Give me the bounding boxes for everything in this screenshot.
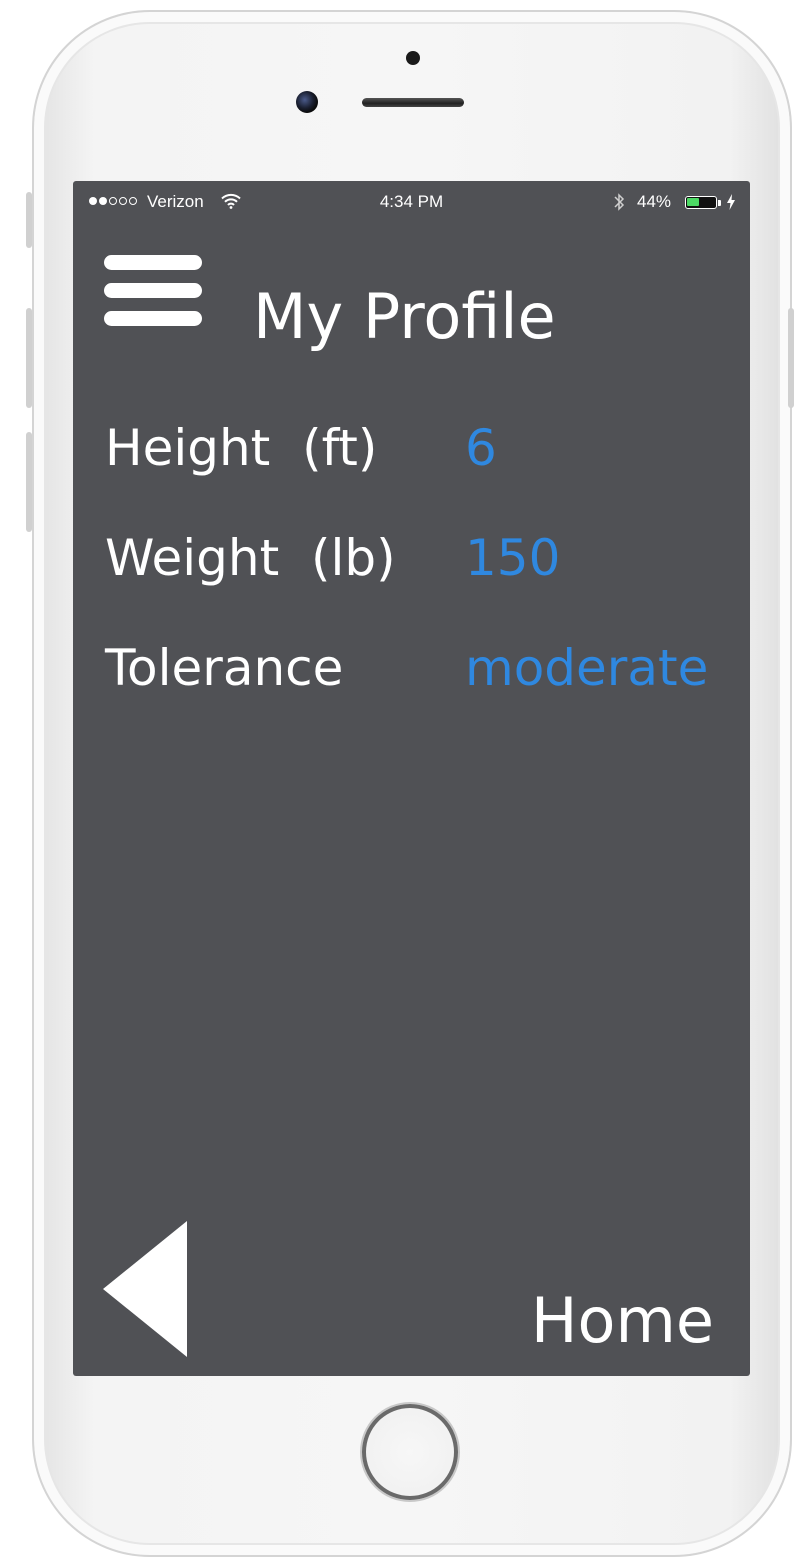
volume-down-button	[26, 432, 32, 532]
earpiece-speaker	[362, 98, 464, 107]
front-camera	[296, 91, 318, 113]
device-home-button[interactable]	[362, 1404, 458, 1500]
battery-level-fill	[687, 198, 699, 206]
page-title: My Profile	[253, 280, 556, 353]
weight-label: Weight (lb)	[105, 529, 396, 587]
charging-bolt-icon	[727, 194, 735, 215]
bluetooth-icon	[613, 192, 625, 217]
battery-icon	[685, 196, 717, 209]
power-button	[788, 308, 794, 408]
tolerance-label: Tolerance	[105, 639, 344, 697]
weight-value[interactable]: 150	[465, 526, 560, 590]
height-value[interactable]: 6	[465, 416, 497, 480]
proximity-sensor	[406, 51, 420, 65]
silent-switch	[26, 192, 32, 248]
home-link[interactable]: Home	[531, 1281, 714, 1361]
hamburger-menu-icon[interactable]	[104, 255, 202, 327]
app-screen: Verizon 4:34 PM 44% My Profile Height (f…	[73, 181, 750, 1376]
battery-percentage: 44%	[637, 192, 672, 211]
height-label: Height (ft)	[105, 419, 378, 477]
back-triangle-icon[interactable]	[103, 1221, 187, 1357]
battery-nub	[718, 200, 721, 206]
volume-up-button	[26, 308, 32, 408]
tolerance-value[interactable]: moderate	[465, 636, 708, 700]
status-bar: Verizon 4:34 PM 44%	[73, 181, 750, 223]
